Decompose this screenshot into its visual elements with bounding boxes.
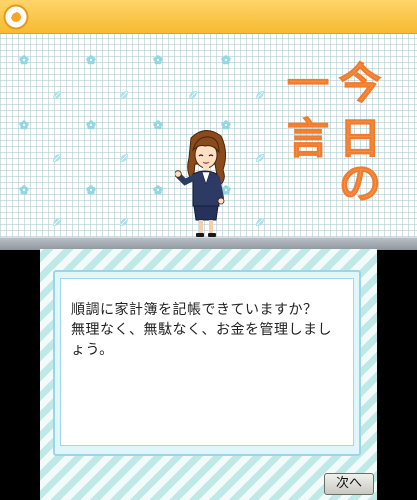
title-char: 日 [339,114,381,163]
flower-icon [86,55,96,65]
leaf-icon [119,90,129,100]
flower-icon [221,55,231,65]
flower-icon [153,120,163,130]
top-screen: 今 日 の 一 言 [0,0,417,237]
leaf-icon [52,217,62,227]
flower-icon [153,185,163,195]
title-char: 今 [339,59,381,108]
leaf-icon [52,90,62,100]
presenter-character [175,130,227,237]
leaf-icon [255,153,265,163]
bottom-screen: 順調に家計簿を記帳できていますか？ 無理なく、無駄なく、お金を管理しましょう。 … [40,249,377,500]
message-text: 順調に家計簿を記帳できていますか？ 無理なく、無駄なく、お金を管理しましょう。 [71,302,332,358]
leaf-icon [255,90,265,100]
game-screen: 今 日 の 一 言 順調に家計簿を記帳できていますか？ 無理なく、無駄なく、お金… [0,0,417,500]
flower-icon [86,120,96,130]
message-panel: 順調に家計簿を記帳できていますか？ 無理なく、無駄なく、お金を管理しましょう。 [60,278,354,446]
leaf-icon [188,90,198,100]
message-dialog: 順調に家計簿を記帳できていますか？ 無理なく、無駄なく、お金を管理しましょう。 [53,270,361,456]
leaf-icon [119,153,129,163]
title-char: 言 [287,114,329,163]
title-char: 一 [287,59,329,108]
vertical-title: 今 日 の 一 言 [287,59,382,206]
flower-icon [86,185,96,195]
flower-icon [153,55,163,65]
next-button[interactable]: 次へ [324,473,374,495]
title-char: の [339,159,381,205]
flower-icon [19,185,29,195]
leaf-icon [255,217,265,227]
flower-icon [19,55,29,65]
leaf-icon [119,217,129,227]
flower-icon [19,120,29,130]
leaf-icon [52,153,62,163]
